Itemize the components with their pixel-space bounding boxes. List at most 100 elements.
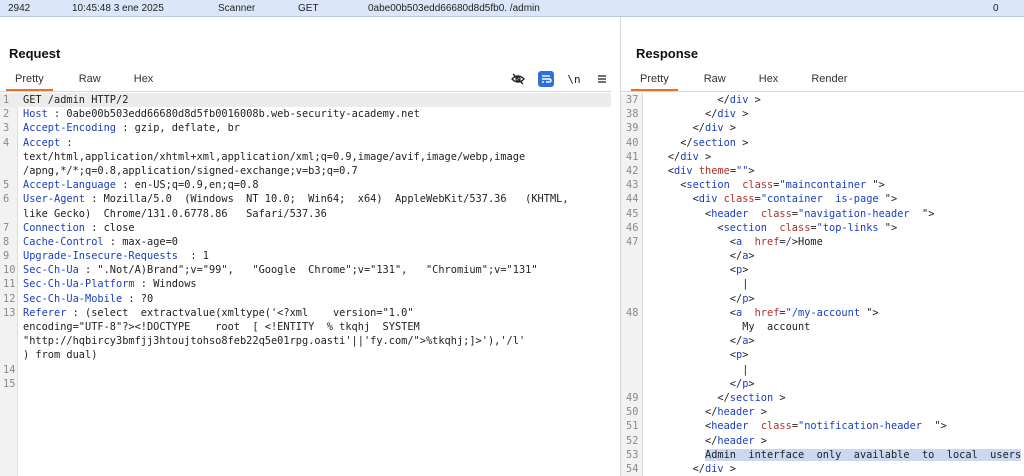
request-line[interactable]: /apng,*/*;q=0.8,application/signed-excha…: [0, 164, 611, 178]
menu-icon[interactable]: [594, 71, 610, 87]
tab-request-raw[interactable]: Raw: [57, 69, 114, 91]
code-token: class: [723, 193, 755, 206]
response-line[interactable]: 46 <section class="top-links ">: [621, 221, 1024, 235]
line-number: 47: [626, 235, 639, 248]
history-time: 10:45:48 3 ene 2025: [72, 3, 164, 14]
response-tabs-border: [621, 91, 1024, 92]
code-token: </: [643, 391, 730, 404]
code-token: section: [729, 391, 774, 404]
response-code: <section class="top-links ">: [643, 221, 897, 235]
response-line[interactable]: 53 Admin interface only available to loc…: [621, 448, 1024, 462]
response-line[interactable]: </a>: [621, 249, 1024, 263]
request-line[interactable]: 8 Cache-Control : max-age=0: [0, 235, 611, 249]
request-line[interactable]: 3 Accept-Encoding : gzip, deflate, br: [0, 121, 611, 135]
code-token: : (select extractvalue(xmltype('<?xml ve…: [66, 306, 414, 319]
request-code: Cache-Control : max-age=0: [23, 235, 178, 249]
tab-response-raw[interactable]: Raw: [682, 69, 739, 91]
response-line[interactable]: 43 <section class="maincontainer ">: [621, 178, 1024, 192]
request-line[interactable]: 6 User-Agent : Mozilla/5.0 (Windows NT 10…: [0, 192, 611, 206]
response-line[interactable]: 45 <header class="navigation-header ">: [621, 207, 1024, 221]
code-token: Connection: [23, 221, 85, 234]
response-line[interactable]: 52 </header >: [621, 434, 1024, 448]
response-line[interactable]: 54 </div >: [621, 462, 1024, 476]
response-code: <p>: [643, 263, 749, 277]
code-token: div: [705, 122, 724, 135]
request-line[interactable]: 1 GET /admin HTTP/2: [0, 93, 611, 108]
request-line[interactable]: 10 Sec-Ch-Ua : ".Not/A)Brand";v="99", "Go…: [0, 263, 611, 277]
response-line[interactable]: 42 <div theme="">: [621, 164, 1024, 178]
line-number: 53: [626, 448, 639, 461]
request-line[interactable]: 5 Accept-Language : en-US;q=0.9,en;q=0.8: [0, 178, 611, 192]
request-line[interactable]: 12 Sec-Ch-Ua-Mobile : ?0: [0, 292, 611, 306]
request-line[interactable]: 13 Referer : (select extractvalue(xmltype…: [0, 306, 611, 320]
response-code: <p>: [643, 348, 749, 362]
response-code: <section class="maincontainer ">: [643, 178, 885, 192]
response-line[interactable]: 40 </section >: [621, 136, 1024, 150]
code-token: class: [760, 420, 792, 433]
response-line[interactable]: 39 </div >: [621, 121, 1024, 135]
request-line[interactable]: encoding="UTF-8"?><!DOCTYPE root [ <!ENT…: [0, 320, 611, 334]
newline-toggle[interactable]: \n: [566, 71, 582, 87]
response-line[interactable]: 48 <a href="/my-account ">: [621, 306, 1024, 320]
request-code: text/html,application/xhtml+xml,applicat…: [23, 150, 525, 164]
response-line[interactable]: 41 </div >: [621, 150, 1024, 164]
request-line[interactable]: 7 Connection : close: [0, 221, 611, 235]
request-line[interactable]: 2 Host : 0abe00b503edd66680d8d5fb0016008b…: [0, 107, 611, 121]
request-editor[interactable]: 1 GET /admin HTTP/2 2 Host : 0abe00b503edd6…: [0, 93, 611, 391]
request-line[interactable]: like Gecko) Chrome/131.0.6778.86 Safari/…: [0, 207, 611, 221]
response-line[interactable]: </a>: [621, 334, 1024, 348]
code-token: User-Agent: [23, 193, 85, 206]
eye-off-icon[interactable]: [510, 71, 526, 87]
response-line[interactable]: |: [621, 277, 1024, 291]
tab-request-pretty[interactable]: Pretty: [2, 69, 57, 91]
request-title: Request: [9, 46, 61, 61]
response-code: </section >: [643, 136, 748, 150]
response-code: <a href="/my-account ">: [643, 306, 879, 320]
response-line[interactable]: My account: [621, 320, 1024, 334]
tab-response-pretty[interactable]: Pretty: [627, 69, 682, 91]
code-token: >: [754, 434, 768, 447]
response-tabs: Pretty Raw Hex Render: [627, 69, 860, 91]
request-code: Referer : (select extractvalue(xmltype('…: [23, 306, 414, 320]
code-token: class: [760, 207, 792, 220]
request-line[interactable]: text/html,application/xhtml+xml,applicat…: [0, 150, 611, 164]
history-row[interactable]: 2942 10:45:48 3 ene 2025 Scanner GET 0ab…: [0, 0, 1024, 17]
request-line[interactable]: 9 Upgrade-Insecure-Requests : 1: [0, 249, 611, 263]
response-line[interactable]: 37 </div >: [621, 93, 1024, 107]
code-token: <: [643, 349, 736, 362]
line-number: 9: [3, 250, 10, 263]
response-line[interactable]: 50 </header >: [621, 405, 1024, 419]
request-line[interactable]: 4 Accept :: [0, 136, 611, 150]
code-token: <: [643, 264, 736, 277]
tab-request-hex[interactable]: Hex: [114, 69, 167, 91]
code-token: div: [729, 94, 749, 106]
response-line[interactable]: <p>: [621, 348, 1024, 362]
response-line[interactable]: </p>: [621, 292, 1024, 306]
line-number: 15: [3, 377, 16, 390]
tab-response-hex[interactable]: Hex: [739, 69, 792, 91]
response-line[interactable]: 44 <div class="container is-page ">: [621, 192, 1024, 206]
line-number: 44: [626, 193, 639, 206]
request-line[interactable]: 11 Sec-Ch-Ua-Platform : Windows: [0, 277, 611, 291]
response-line[interactable]: 38 </div >: [621, 107, 1024, 121]
response-line[interactable]: 47 <a href=/>Home: [621, 235, 1024, 249]
request-line[interactable]: 14: [0, 363, 611, 377]
code-token: >: [748, 292, 755, 305]
request-line[interactable]: "http://hqbircy3bmfjj3htoujtohso8feb22q5…: [0, 334, 611, 348]
response-line[interactable]: |: [621, 363, 1024, 377]
code-token: <: [643, 207, 712, 220]
response-line[interactable]: <p>: [621, 263, 1024, 277]
response-line[interactable]: </p>: [621, 377, 1024, 391]
response-line[interactable]: 49 </section >: [621, 391, 1024, 405]
response-editor[interactable]: 37 </div >38 </div >39 </div >40 </secti…: [621, 93, 1024, 476]
code-token: >: [748, 335, 755, 348]
tab-response-render[interactable]: Render: [791, 69, 860, 91]
request-line[interactable]: 15: [0, 377, 611, 391]
code-token: :: [60, 136, 73, 149]
response-line[interactable]: 51 <header class="notification-header ">: [621, 419, 1024, 433]
code-token: ">: [878, 193, 898, 206]
wrap-icon[interactable]: [538, 71, 554, 87]
request-line[interactable]: ) from dual): [0, 348, 611, 362]
response-code: </section >: [643, 391, 785, 405]
